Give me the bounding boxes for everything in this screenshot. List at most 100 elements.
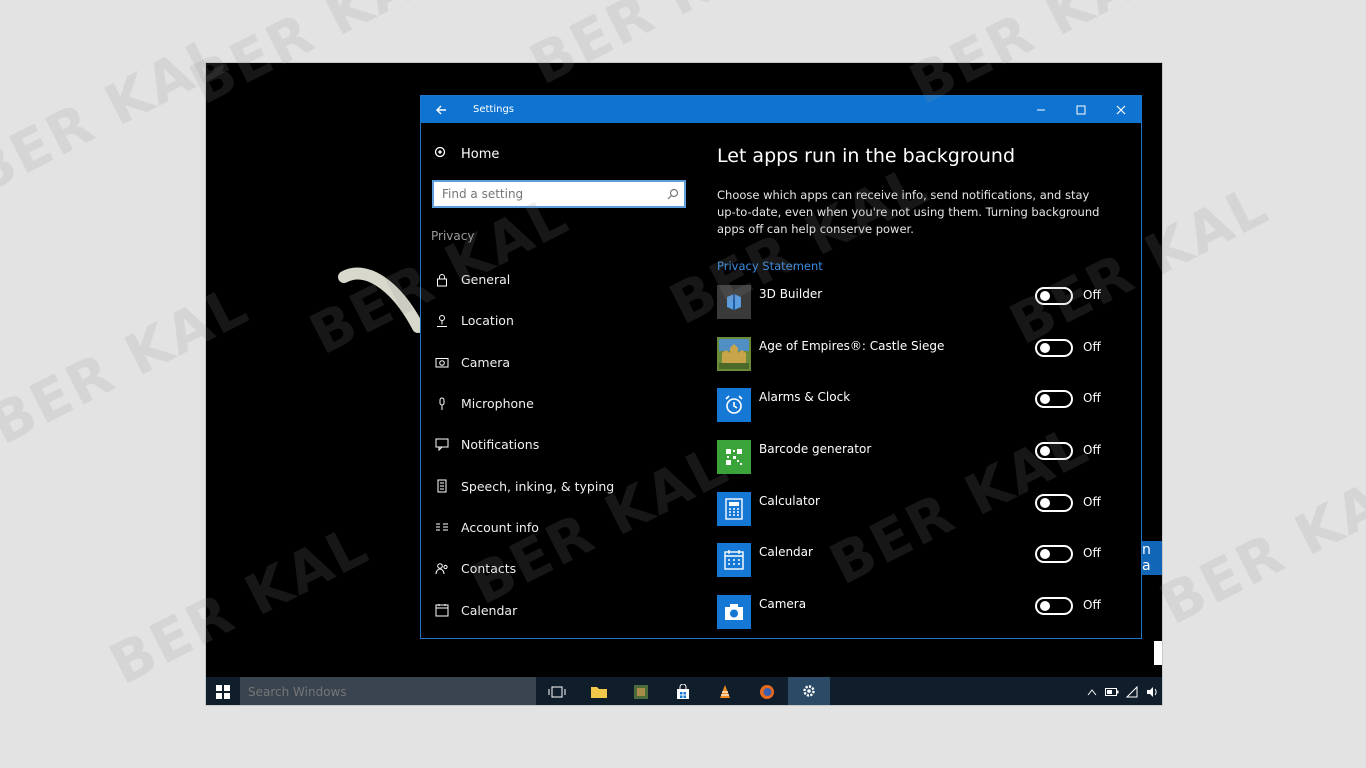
settings-icon: [803, 685, 815, 697]
barcode-icon: [717, 440, 751, 475]
privacy-nav-list: General Location Camera Microphone Notif…: [433, 259, 614, 631]
sidebar-item-microphone[interactable]: Microphone: [433, 383, 614, 424]
sidebar-item-label: Contacts: [461, 561, 517, 577]
back-button[interactable]: [421, 96, 461, 123]
close-button[interactable]: [1101, 96, 1141, 123]
toggle-knob: [1040, 291, 1050, 301]
app-name: Age of Empires®: Castle Siege: [759, 338, 945, 353]
show-hidden-icons-button[interactable]: [1082, 677, 1102, 705]
app-row: Age of Empires®: Castle Siege Off: [717, 335, 1117, 387]
background-toggle[interactable]: [1035, 390, 1073, 409]
toggle-state: Off: [1083, 546, 1101, 561]
chevron-up-icon: [1087, 689, 1097, 696]
firefox-button[interactable]: [746, 677, 788, 705]
app-row: Camera Off: [717, 593, 1117, 639]
sidebar-item-label: Account info: [461, 519, 539, 535]
maximize-icon: [1076, 105, 1086, 114]
home-label: Home: [461, 146, 500, 162]
toggle-state: Off: [1083, 339, 1101, 354]
home-nav-item[interactable]: Home: [433, 145, 499, 163]
battery-button[interactable]: [1102, 677, 1122, 705]
window-controls: [1021, 96, 1141, 123]
volume-button[interactable]: [1142, 677, 1162, 705]
notifications-icon: [433, 438, 451, 452]
sidebar-item-label: Camera: [461, 354, 511, 370]
search-icon[interactable]: [662, 188, 684, 200]
back-arrow-icon: [436, 105, 446, 114]
taskbar-search[interactable]: [240, 677, 536, 705]
taskbar-apps: [536, 677, 830, 705]
gear-icon: [433, 145, 451, 163]
privacy-statement-link[interactable]: Privacy Statement: [717, 259, 823, 273]
sidebar-item-location[interactable]: Location: [433, 300, 614, 341]
desktop: n a Settings Home Find a setting Privacy…: [205, 62, 1163, 706]
minimize-button[interactable]: [1021, 96, 1061, 123]
toggle-knob: [1040, 446, 1050, 457]
maximize-button[interactable]: [1061, 96, 1101, 123]
background-toggle[interactable]: [1035, 338, 1073, 357]
background-toggle[interactable]: [1035, 287, 1073, 305]
location-icon: [433, 314, 451, 328]
store-button[interactable]: [662, 677, 704, 705]
vlc-button[interactable]: [704, 677, 746, 705]
background-toggle[interactable]: [1035, 597, 1073, 616]
taskbar-search-input[interactable]: [248, 685, 536, 699]
volume-icon: [1147, 687, 1157, 697]
taskbar: [206, 677, 1162, 705]
page-description: Choose which apps can receive info, send…: [717, 188, 1100, 236]
app-icon: [634, 685, 648, 699]
camera-icon: [433, 356, 451, 368]
start-button[interactable]: [206, 677, 240, 705]
sidebar-item-contacts[interactable]: Contacts: [433, 548, 614, 589]
calendar-icon: [433, 603, 451, 617]
file-explorer-button[interactable]: [578, 677, 620, 705]
title-bar: Settings: [421, 96, 1141, 123]
toggle-knob: [1040, 394, 1050, 405]
network-button[interactable]: [1122, 677, 1142, 705]
sidebar-item-label: Calendar: [461, 602, 518, 618]
speech-icon: [433, 479, 451, 493]
microphone-icon: [433, 397, 451, 411]
watermark-text: BER KAL: [1150, 452, 1366, 638]
taskbar-app-button[interactable]: [620, 677, 662, 705]
close-icon: [1116, 105, 1126, 114]
sidebar-item-label: Notifications: [461, 437, 540, 453]
settings-search[interactable]: [432, 180, 686, 208]
sidebar-item-label: Microphone: [461, 396, 534, 412]
toggle-knob: [1040, 342, 1050, 353]
toggle-state: Off: [1083, 288, 1101, 302]
background-toggle[interactable]: [1035, 442, 1073, 461]
content-pane: Let apps run in the background Choose wh…: [717, 123, 1141, 639]
app-name: Barcode generator: [759, 442, 872, 457]
background-apps-list: 3D Builder Off Age of Empires®: Castle S…: [717, 283, 1117, 639]
account-info-icon: [433, 521, 451, 533]
sidebar-item-label: Location: [461, 313, 514, 329]
sidebar-item-speech[interactable]: Speech, inking, & typing: [433, 465, 614, 506]
background-toggle[interactable]: [1035, 493, 1073, 512]
app-row: Barcode generator Off: [717, 438, 1117, 490]
watermark-text: BER KAL: [0, 22, 239, 208]
sidebar-item-account-info[interactable]: Account info: [433, 507, 614, 548]
app-row: Alarms & Clock Off: [717, 386, 1117, 438]
background-toggle[interactable]: [1035, 545, 1073, 564]
sidebar-item-general[interactable]: General: [433, 259, 614, 300]
app-name: 3D Builder: [759, 287, 823, 301]
sidebar: Home Privacy General Location: [421, 123, 703, 639]
windows-logo-icon: [216, 685, 230, 699]
settings-taskbar-button[interactable]: [788, 677, 830, 705]
page-title: Let apps run in the background: [717, 145, 1016, 167]
vlc-icon: [720, 685, 730, 698]
search-input[interactable]: [442, 187, 662, 201]
app-name: Alarms & Clock: [759, 390, 851, 405]
task-view-button[interactable]: [536, 677, 578, 705]
sidebar-item-camera[interactable]: Camera: [433, 342, 614, 383]
wallpaper-swirl: [338, 267, 424, 333]
calendar-app-icon: [717, 543, 751, 578]
sidebar-item-label: General: [461, 272, 511, 288]
sidebar-item-calendar[interactable]: Calendar: [433, 589, 614, 630]
section-label: Privacy: [431, 229, 475, 243]
sidebar-item-notifications[interactable]: Notifications: [433, 424, 614, 465]
toggle-state: Off: [1083, 494, 1101, 509]
app-name: Calendar: [759, 545, 813, 560]
minimize-icon: [1037, 109, 1045, 110]
